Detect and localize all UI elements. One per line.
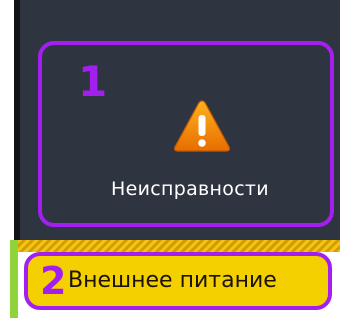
external-power-label: Внешнее питание [68,268,277,293]
status-indicator-bar [10,240,18,318]
fault-tile-container: 1 Неисправности [22,4,340,236]
callout-number-1: 1 [78,57,108,106]
callout-number-2: 2 [40,259,67,303]
faults-label: Неисправности [111,178,269,200]
hatched-border [18,240,340,252]
external-power-button[interactable]: 2 Внешнее питание [24,252,332,310]
faults-button[interactable]: 1 Неисправности [38,41,334,227]
warning-triangle-icon [174,100,230,152]
left-divider [14,0,20,240]
